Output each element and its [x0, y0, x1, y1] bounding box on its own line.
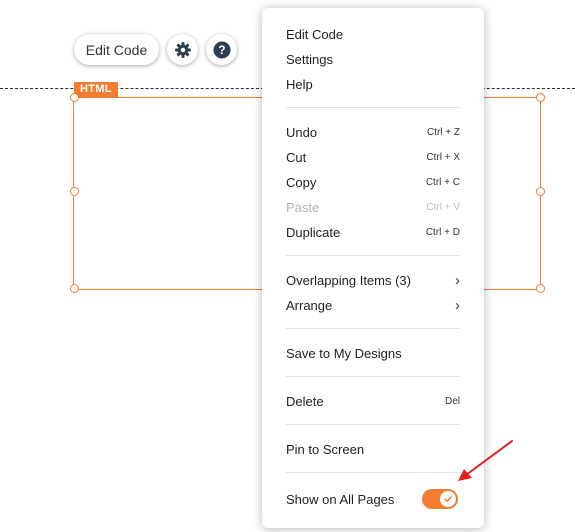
- menu-item-label: Pin to Screen: [286, 441, 365, 457]
- menu-separator: [286, 376, 460, 377]
- menu-item-label: Undo: [286, 124, 318, 140]
- resize-handle-top-right[interactable]: [536, 93, 545, 102]
- menu-item-delete[interactable]: Delete Del: [286, 391, 460, 411]
- menu-separator: [286, 328, 460, 329]
- menu-item-shortcut: Ctrl + X: [426, 151, 460, 163]
- menu-item-help[interactable]: Help: [286, 74, 460, 94]
- html-element-tag: HTML: [74, 82, 118, 97]
- menu-item-edit-code[interactable]: Edit Code: [286, 24, 460, 44]
- menu-item-label: Delete: [286, 393, 324, 409]
- menu-item-label: Copy: [286, 174, 317, 190]
- menu-item-copy[interactable]: Copy Ctrl + C: [286, 172, 460, 192]
- menu-item-label: Paste: [286, 199, 320, 215]
- menu-item-label: Arrange: [286, 297, 333, 313]
- menu-separator: [286, 472, 460, 473]
- menu-item-pin-to-screen[interactable]: Pin to Screen: [286, 439, 460, 459]
- menu-item-label: Overlapping Items (3): [286, 272, 411, 288]
- menu-item-label: Save to My Designs: [286, 345, 402, 361]
- menu-item-settings[interactable]: Settings: [286, 49, 460, 69]
- settings-button[interactable]: [167, 34, 198, 65]
- menu-item-label: Cut: [286, 149, 307, 165]
- menu-item-label: Settings: [286, 51, 333, 67]
- menu-item-label: Show on All Pages: [286, 491, 395, 507]
- menu-item-shortcut: Ctrl + V: [426, 201, 460, 213]
- menu-item-undo[interactable]: Undo Ctrl + Z: [286, 122, 460, 142]
- menu-item-shortcut: Ctrl + D: [425, 226, 460, 238]
- resize-handle-bottom-left[interactable]: [70, 284, 79, 293]
- menu-item-cut[interactable]: Cut Ctrl + X: [286, 147, 460, 167]
- resize-handle-right[interactable]: [536, 187, 545, 196]
- menu-separator: [286, 107, 460, 108]
- menu-item-shortcut: Ctrl + Z: [426, 126, 460, 138]
- checkmark-icon: [444, 496, 452, 503]
- toggle-knob: [440, 491, 456, 507]
- menu-item-shortcut: Ctrl + C: [425, 176, 460, 188]
- menu-item-duplicate[interactable]: Duplicate Ctrl + D: [286, 222, 460, 242]
- menu-item-paste: Paste Ctrl + V: [286, 197, 460, 217]
- annotation-arrow: [458, 440, 513, 481]
- resize-handle-left[interactable]: [70, 187, 79, 196]
- chevron-right-icon: ›: [455, 296, 460, 314]
- resize-handle-top-left[interactable]: [70, 93, 79, 102]
- menu-separator: [286, 255, 460, 256]
- svg-text:?: ?: [218, 44, 225, 57]
- menu-item-shortcut: Del: [444, 395, 460, 407]
- menu-item-label: Duplicate: [286, 224, 341, 240]
- gear-icon: [174, 41, 191, 58]
- menu-item-arrange[interactable]: Arrange ›: [286, 295, 460, 315]
- resize-handle-bottom-right[interactable]: [536, 284, 545, 293]
- menu-item-save-to-my-designs[interactable]: Save to My Designs: [286, 343, 460, 363]
- chevron-right-icon: ›: [455, 271, 460, 289]
- menu-item-label: Edit Code: [286, 26, 344, 42]
- menu-item-overlapping-items[interactable]: Overlapping Items (3) ›: [286, 270, 460, 290]
- question-icon: ?: [212, 40, 231, 59]
- help-button[interactable]: ?: [206, 34, 237, 65]
- edit-code-button[interactable]: Edit Code: [74, 34, 159, 65]
- menu-separator: [286, 424, 460, 425]
- show-on-all-pages-toggle[interactable]: [422, 489, 458, 509]
- menu-item-label: Help: [286, 76, 313, 92]
